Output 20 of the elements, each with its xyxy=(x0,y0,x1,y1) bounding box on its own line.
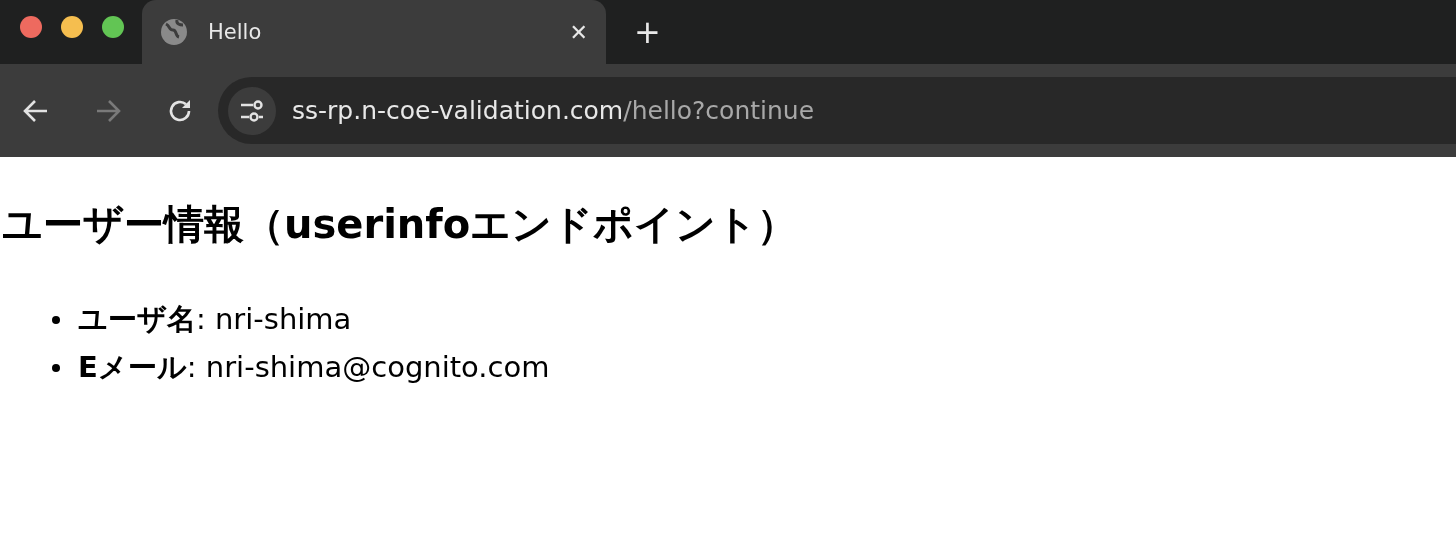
back-arrow-icon xyxy=(23,98,49,123)
page-heading: ユーザー情報（userinfoエンドポイント） xyxy=(2,200,799,249)
browser-tab[interactable]: Hello ✕ xyxy=(142,0,606,64)
forward-arrow-icon xyxy=(95,98,121,123)
sliders-icon xyxy=(239,99,265,122)
maximize-window-button[interactable] xyxy=(102,16,124,38)
new-tab-button[interactable]: + xyxy=(634,13,661,51)
url-path: /hello?continue xyxy=(623,96,815,125)
close-window-button[interactable] xyxy=(20,16,42,38)
tab-title: Hello xyxy=(208,20,263,44)
minimize-window-button[interactable] xyxy=(61,16,83,38)
url-host: ss-rp.n-coe-validation.com xyxy=(292,96,624,125)
bullet-icon xyxy=(52,364,60,372)
globe-icon xyxy=(160,18,188,46)
bullet-icon xyxy=(52,316,60,324)
address-bar[interactable]: ss-rp.n-coe-validation.com/hello?continue xyxy=(218,77,1456,144)
tab-close-button[interactable]: ✕ xyxy=(569,19,588,45)
list-item: Eメール: nri-shima@cognito.com xyxy=(78,349,550,386)
site-settings-button[interactable] xyxy=(228,86,276,135)
list-item: ユーザ名: nri-shima xyxy=(78,301,352,338)
